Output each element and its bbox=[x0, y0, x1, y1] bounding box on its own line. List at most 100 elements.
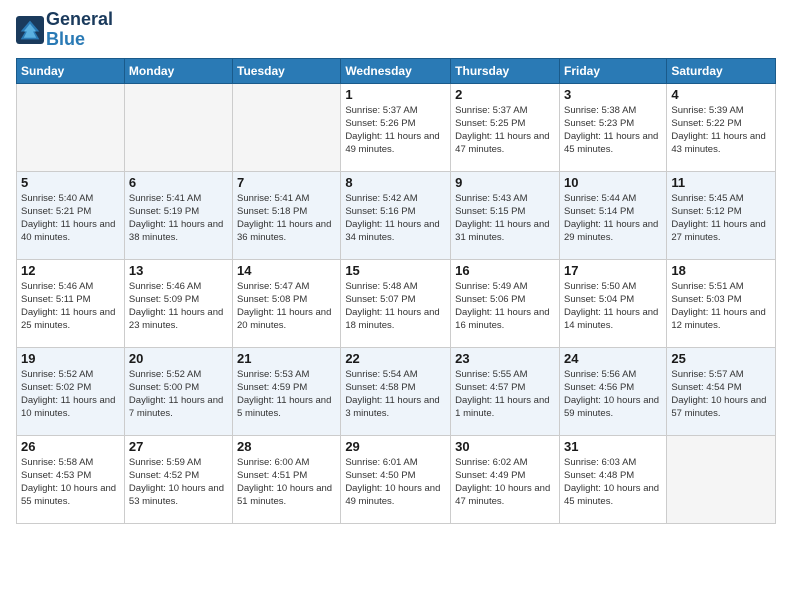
calendar-day-cell: 31Sunrise: 6:03 AM Sunset: 4:48 PM Dayli… bbox=[559, 435, 666, 523]
day-number: 16 bbox=[455, 263, 555, 278]
calendar-day-cell: 14Sunrise: 5:47 AM Sunset: 5:08 PM Dayli… bbox=[233, 259, 341, 347]
calendar-day-cell: 22Sunrise: 5:54 AM Sunset: 4:58 PM Dayli… bbox=[341, 347, 451, 435]
day-number: 4 bbox=[671, 87, 771, 102]
calendar-week-row: 5 Sunrise: 5:40 AM Sunset: 5:21 PM Daylig… bbox=[17, 171, 776, 259]
day-info: Sunrise: 5:46 AM Sunset: 5:11 PM Dayligh… bbox=[21, 280, 120, 333]
day-info: Sunrise: 5:56 AM Sunset: 4:56 PM Dayligh… bbox=[564, 368, 662, 421]
day-info: Sunrise: 5:47 AM Sunset: 5:08 PM Dayligh… bbox=[237, 280, 336, 333]
calendar-day-cell: 28 Sunrise: 6:00 AM Sunset: 4:51 PM Dayli… bbox=[233, 435, 341, 523]
day-info: Sunrise: 5:49 AM Sunset: 5:06 PM Dayligh… bbox=[455, 280, 555, 333]
calendar-header-row: SundayMondayTuesdayWednesdayThursdayFrid… bbox=[17, 58, 776, 83]
logo: General Blue bbox=[16, 10, 113, 50]
day-info: Sunrise: 5:54 AM Sunset: 4:58 PM Dayligh… bbox=[345, 368, 446, 421]
day-number: 25 bbox=[671, 351, 771, 366]
calendar-day-cell: 23 Sunrise: 5:55 AM Sunset: 4:57 PM Dayli… bbox=[451, 347, 560, 435]
calendar-day-cell bbox=[17, 83, 125, 171]
calendar-day-cell: 19 Sunrise: 5:52 AM Sunset: 5:02 PM Dayli… bbox=[17, 347, 125, 435]
day-number: 31 bbox=[564, 439, 662, 454]
calendar-day-cell: 29 Sunrise: 6:01 AM Sunset: 4:50 PM Dayli… bbox=[341, 435, 451, 523]
calendar-week-row: 26 Sunrise: 5:58 AM Sunset: 4:53 PM Dayli… bbox=[17, 435, 776, 523]
header: General Blue bbox=[16, 10, 776, 50]
day-header-thursday: Thursday bbox=[451, 58, 560, 83]
calendar-day-cell: 20 Sunrise: 5:52 AM Sunset: 5:00 PM Dayli… bbox=[124, 347, 232, 435]
day-info: Sunrise: 5:57 AM Sunset: 4:54 PM Dayligh… bbox=[671, 368, 771, 421]
calendar-week-row: 1 Sunrise: 5:37 AM Sunset: 5:26 PM Daylig… bbox=[17, 83, 776, 171]
day-info: Sunrise: 5:53 AM Sunset: 4:59 PM Dayligh… bbox=[237, 368, 336, 421]
day-number: 13 bbox=[129, 263, 228, 278]
calendar-day-cell bbox=[233, 83, 341, 171]
day-info: Sunrise: 5:37 AM Sunset: 5:26 PM Dayligh… bbox=[345, 104, 446, 157]
day-info: Sunrise: 6:00 AM Sunset: 4:51 PM Dayligh… bbox=[237, 456, 336, 509]
day-number: 9 bbox=[455, 175, 555, 190]
day-number: 17 bbox=[564, 263, 662, 278]
day-number: 23 bbox=[455, 351, 555, 366]
day-info: Sunrise: 5:59 AM Sunset: 4:52 PM Dayligh… bbox=[129, 456, 228, 509]
day-info: Sunrise: 5:41 AM Sunset: 5:19 PM Dayligh… bbox=[129, 192, 228, 245]
logo-icon bbox=[16, 16, 44, 44]
calendar-day-cell: 2Sunrise: 5:37 AM Sunset: 5:25 PM Daylig… bbox=[451, 83, 560, 171]
calendar-week-row: 19 Sunrise: 5:52 AM Sunset: 5:02 PM Dayli… bbox=[17, 347, 776, 435]
calendar-day-cell: 4 Sunrise: 5:39 AM Sunset: 5:22 PM Daylig… bbox=[667, 83, 776, 171]
day-info: Sunrise: 5:46 AM Sunset: 5:09 PM Dayligh… bbox=[129, 280, 228, 333]
calendar-day-cell: 6 Sunrise: 5:41 AM Sunset: 5:19 PM Daylig… bbox=[124, 171, 232, 259]
day-info: Sunrise: 5:52 AM Sunset: 5:00 PM Dayligh… bbox=[129, 368, 228, 421]
calendar-day-cell bbox=[124, 83, 232, 171]
day-info: Sunrise: 5:52 AM Sunset: 5:02 PM Dayligh… bbox=[21, 368, 120, 421]
day-number: 19 bbox=[21, 351, 120, 366]
day-number: 29 bbox=[345, 439, 446, 454]
day-info: Sunrise: 5:44 AM Sunset: 5:14 PM Dayligh… bbox=[564, 192, 662, 245]
calendar-day-cell: 21Sunrise: 5:53 AM Sunset: 4:59 PM Dayli… bbox=[233, 347, 341, 435]
calendar-day-cell bbox=[667, 435, 776, 523]
day-number: 26 bbox=[21, 439, 120, 454]
calendar-day-cell: 26 Sunrise: 5:58 AM Sunset: 4:53 PM Dayli… bbox=[17, 435, 125, 523]
day-info: Sunrise: 5:55 AM Sunset: 4:57 PM Dayligh… bbox=[455, 368, 555, 421]
day-number: 20 bbox=[129, 351, 228, 366]
day-header-sunday: Sunday bbox=[17, 58, 125, 83]
calendar-day-cell: 3 Sunrise: 5:38 AM Sunset: 5:23 PM Daylig… bbox=[559, 83, 666, 171]
day-number: 8 bbox=[345, 175, 446, 190]
calendar-day-cell: 10 Sunrise: 5:44 AM Sunset: 5:14 PM Dayli… bbox=[559, 171, 666, 259]
day-header-monday: Monday bbox=[124, 58, 232, 83]
day-number: 3 bbox=[564, 87, 662, 102]
day-info: Sunrise: 5:48 AM Sunset: 5:07 PM Dayligh… bbox=[345, 280, 446, 333]
calendar-week-row: 12Sunrise: 5:46 AM Sunset: 5:11 PM Dayli… bbox=[17, 259, 776, 347]
day-header-wednesday: Wednesday bbox=[341, 58, 451, 83]
day-info: Sunrise: 5:43 AM Sunset: 5:15 PM Dayligh… bbox=[455, 192, 555, 245]
day-info: Sunrise: 5:39 AM Sunset: 5:22 PM Dayligh… bbox=[671, 104, 771, 157]
day-number: 6 bbox=[129, 175, 228, 190]
day-number: 10 bbox=[564, 175, 662, 190]
day-number: 30 bbox=[455, 439, 555, 454]
day-info: Sunrise: 5:38 AM Sunset: 5:23 PM Dayligh… bbox=[564, 104, 662, 157]
page-container: General Blue SundayMondayTuesdayWednesda… bbox=[0, 0, 792, 534]
day-info: Sunrise: 5:40 AM Sunset: 5:21 PM Dayligh… bbox=[21, 192, 120, 245]
calendar-day-cell: 11 Sunrise: 5:45 AM Sunset: 5:12 PM Dayli… bbox=[667, 171, 776, 259]
day-info: Sunrise: 5:58 AM Sunset: 4:53 PM Dayligh… bbox=[21, 456, 120, 509]
day-info: Sunrise: 6:02 AM Sunset: 4:49 PM Dayligh… bbox=[455, 456, 555, 509]
day-header-saturday: Saturday bbox=[667, 58, 776, 83]
day-info: Sunrise: 6:01 AM Sunset: 4:50 PM Dayligh… bbox=[345, 456, 446, 509]
day-info: Sunrise: 5:42 AM Sunset: 5:16 PM Dayligh… bbox=[345, 192, 446, 245]
calendar-day-cell: 16 Sunrise: 5:49 AM Sunset: 5:06 PM Dayli… bbox=[451, 259, 560, 347]
day-number: 1 bbox=[345, 87, 446, 102]
calendar-day-cell: 24 Sunrise: 5:56 AM Sunset: 4:56 PM Dayli… bbox=[559, 347, 666, 435]
calendar-day-cell: 27 Sunrise: 5:59 AM Sunset: 4:52 PM Dayli… bbox=[124, 435, 232, 523]
calendar-day-cell: 9 Sunrise: 5:43 AM Sunset: 5:15 PM Daylig… bbox=[451, 171, 560, 259]
day-number: 28 bbox=[237, 439, 336, 454]
day-number: 7 bbox=[237, 175, 336, 190]
day-number: 27 bbox=[129, 439, 228, 454]
logo-text: General Blue bbox=[46, 10, 113, 50]
calendar-day-cell: 7Sunrise: 5:41 AM Sunset: 5:18 PM Daylig… bbox=[233, 171, 341, 259]
calendar-day-cell: 30 Sunrise: 6:02 AM Sunset: 4:49 PM Dayli… bbox=[451, 435, 560, 523]
calendar-day-cell: 17Sunrise: 5:50 AM Sunset: 5:04 PM Dayli… bbox=[559, 259, 666, 347]
day-info: Sunrise: 5:51 AM Sunset: 5:03 PM Dayligh… bbox=[671, 280, 771, 333]
calendar-day-cell: 1 Sunrise: 5:37 AM Sunset: 5:26 PM Daylig… bbox=[341, 83, 451, 171]
day-number: 2 bbox=[455, 87, 555, 102]
calendar-day-cell: 18Sunrise: 5:51 AM Sunset: 5:03 PM Dayli… bbox=[667, 259, 776, 347]
calendar-day-cell: 25 Sunrise: 5:57 AM Sunset: 4:54 PM Dayli… bbox=[667, 347, 776, 435]
day-number: 15 bbox=[345, 263, 446, 278]
day-header-tuesday: Tuesday bbox=[233, 58, 341, 83]
day-info: Sunrise: 5:45 AM Sunset: 5:12 PM Dayligh… bbox=[671, 192, 771, 245]
day-number: 24 bbox=[564, 351, 662, 366]
day-number: 11 bbox=[671, 175, 771, 190]
day-number: 5 bbox=[21, 175, 120, 190]
